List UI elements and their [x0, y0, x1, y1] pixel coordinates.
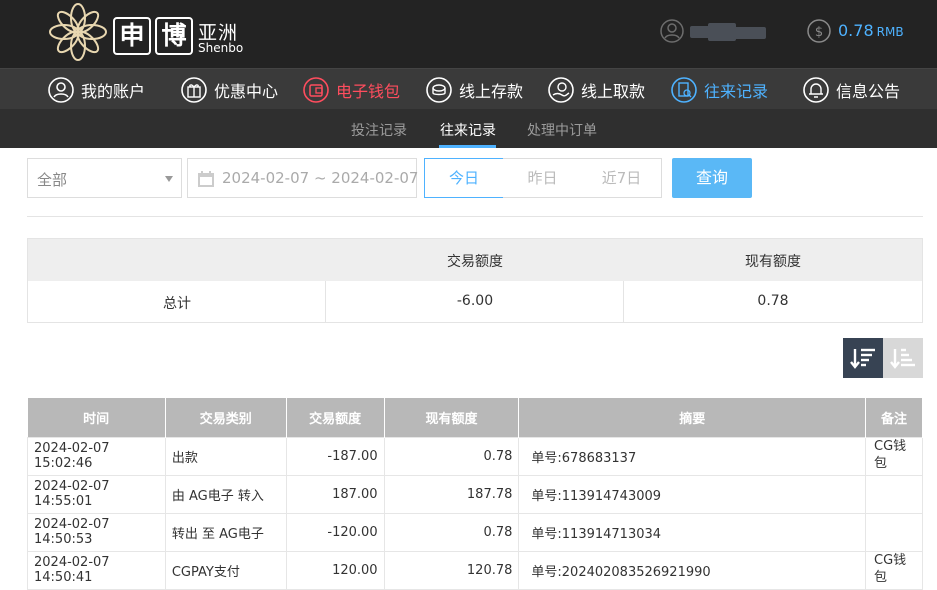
cell-note: CG钱包	[865, 436, 923, 476]
nav-label: 我的账户	[81, 82, 146, 101]
search-button[interactable]: 查询	[672, 158, 752, 198]
cell-time: 2024-02-07 14:50:41	[27, 550, 166, 590]
table-row: 2024-02-07 14:50:53 转出 至 AG电子 -120.00 0.…	[27, 512, 923, 552]
deposit-icon	[426, 77, 452, 103]
calendar-icon	[198, 171, 214, 187]
cell-summary: 单号:113914713034	[518, 512, 867, 552]
summary-amount: -6.00	[456, 293, 494, 309]
nav-item-deposit[interactable]: 线上存款	[426, 75, 523, 105]
balance-coin-icon: $	[807, 19, 831, 43]
account-user-icon[interactable]	[660, 19, 684, 43]
cell-amount: 120.00	[285, 550, 385, 590]
summary-col-amount: 交易额度	[447, 254, 503, 270]
nav-item-promotions[interactable]: 优惠中心	[181, 75, 278, 105]
type-select[interactable]: 全部	[27, 158, 182, 198]
transactions-table: 时间 交易类别 交易额度 现有额度 摘要 备注 2024-02-07 15:02…	[27, 398, 923, 590]
balance-value: 0.78	[838, 21, 874, 40]
withdraw-icon	[548, 77, 574, 103]
cell-amount: -187.00	[285, 436, 385, 476]
table-row: 2024-02-07 14:55:01 由 AG电子 转入 187.00 187…	[27, 474, 923, 514]
summary-table: 交易额度 现有额度 总计 -6.00 0.78	[27, 238, 923, 323]
cell-time: 2024-02-07 14:55:01	[27, 474, 166, 514]
gift-icon	[181, 77, 207, 103]
nav-label: 信息公告	[836, 82, 901, 101]
cell-type: 由 AG电子 转入	[164, 474, 287, 514]
table-header-row: 时间 交易类别 交易额度 现有额度 摘要 备注	[27, 398, 923, 437]
date-range-value: 2024-02-07 ~ 2024-02-07	[222, 169, 419, 187]
cell-amount: -120.00	[285, 512, 385, 552]
summary-balance: 0.78	[757, 293, 789, 309]
quick-today-button[interactable]: 今日	[424, 158, 504, 198]
cell-balance: 0.78	[383, 512, 520, 552]
nav-label: 优惠中心	[214, 82, 279, 101]
main-nav: 我的账户 优惠中心 电子钱包 线上存款 线上取款 往来记录 信息公告	[0, 68, 937, 109]
col-header-balance: 现有额度	[384, 398, 520, 437]
logo-text-en: Shenbo	[198, 41, 244, 55]
sort-descending-icon	[850, 348, 875, 369]
summary-col-balance: 现有额度	[745, 254, 801, 270]
username-redacted	[690, 23, 766, 41]
sort-desc-button[interactable]	[843, 338, 883, 378]
table-row: 2024-02-07 14:50:41 CGPAY支付 120.00 120.7…	[27, 550, 923, 590]
cell-summary: 单号:202402083526921990	[518, 550, 867, 590]
nav-item-wallet[interactable]: 电子钱包	[303, 75, 400, 105]
nav-label: 往来记录	[704, 82, 769, 101]
sub-tab-pending-orders[interactable]: 处理中订单	[527, 120, 597, 140]
sub-tab-bet-records[interactable]: 投注记录	[351, 120, 407, 140]
cell-type: 转出 至 AG电子	[164, 512, 287, 552]
chevron-down-icon	[165, 176, 173, 182]
active-tab-indicator	[439, 145, 496, 148]
cell-note: CG钱包	[865, 550, 923, 590]
logo-flower-icon	[49, 3, 107, 61]
balance-unit: RMB	[876, 25, 904, 39]
bell-icon	[803, 77, 829, 103]
col-header-note: 备注	[865, 398, 923, 437]
balance-display: 0.78 RMB	[838, 21, 904, 40]
logo-char-1: 申	[113, 17, 151, 55]
cell-summary: 单号:113914743009	[518, 474, 867, 514]
cell-note	[865, 474, 923, 514]
nav-label: 线上取款	[581, 82, 646, 101]
top-header: 申 博 亚洲 Shenbo $ 0.78 RMB	[0, 0, 937, 68]
cell-balance: 187.78	[383, 474, 520, 514]
cell-balance: 0.78	[383, 436, 520, 476]
cell-type: 出款	[164, 436, 287, 476]
col-header-amount: 交易额度	[286, 398, 385, 437]
records-icon	[671, 77, 697, 103]
cell-note	[865, 512, 923, 552]
sort-ascending-icon	[890, 348, 915, 369]
col-header-summary: 摘要	[518, 398, 867, 437]
cell-time: 2024-02-07 14:50:53	[27, 512, 166, 552]
nav-item-notices[interactable]: 信息公告	[803, 75, 900, 105]
wallet-icon	[303, 77, 329, 103]
cell-type: CGPAY支付	[164, 550, 287, 590]
cell-amount: 187.00	[285, 474, 385, 514]
cell-summary: 单号:678683137	[518, 436, 867, 476]
logo-char-2: 博	[155, 17, 193, 55]
nav-label: 线上存款	[459, 82, 524, 101]
nav-item-withdraw[interactable]: 线上取款	[548, 75, 645, 105]
divider	[27, 216, 923, 217]
date-range-input[interactable]: 2024-02-07 ~ 2024-02-07	[187, 158, 419, 198]
user-icon	[48, 77, 74, 103]
quick-7days-button[interactable]: 近7日	[582, 158, 662, 198]
cell-time: 2024-02-07 15:02:46	[27, 436, 166, 476]
col-header-type: 交易类别	[165, 398, 287, 437]
quick-yesterday-button[interactable]: 昨日	[503, 158, 583, 198]
type-select-value: 全部	[37, 171, 68, 189]
svg-text:$: $	[815, 25, 823, 40]
cell-balance: 120.78	[383, 550, 520, 590]
sub-nav: 投注记录 往来记录 处理中订单	[0, 109, 937, 148]
sort-asc-button[interactable]	[883, 338, 923, 378]
table-row: 2024-02-07 15:02:46 出款 -187.00 0.78 单号:6…	[27, 436, 923, 476]
nav-item-my-account[interactable]: 我的账户	[48, 75, 145, 105]
sub-tab-transaction-records[interactable]: 往来记录	[440, 120, 496, 140]
nav-label: 电子钱包	[336, 82, 401, 101]
nav-item-records[interactable]: 往来记录	[671, 75, 768, 105]
summary-row-label: 总计	[163, 296, 191, 312]
col-header-time: 时间	[27, 398, 166, 437]
